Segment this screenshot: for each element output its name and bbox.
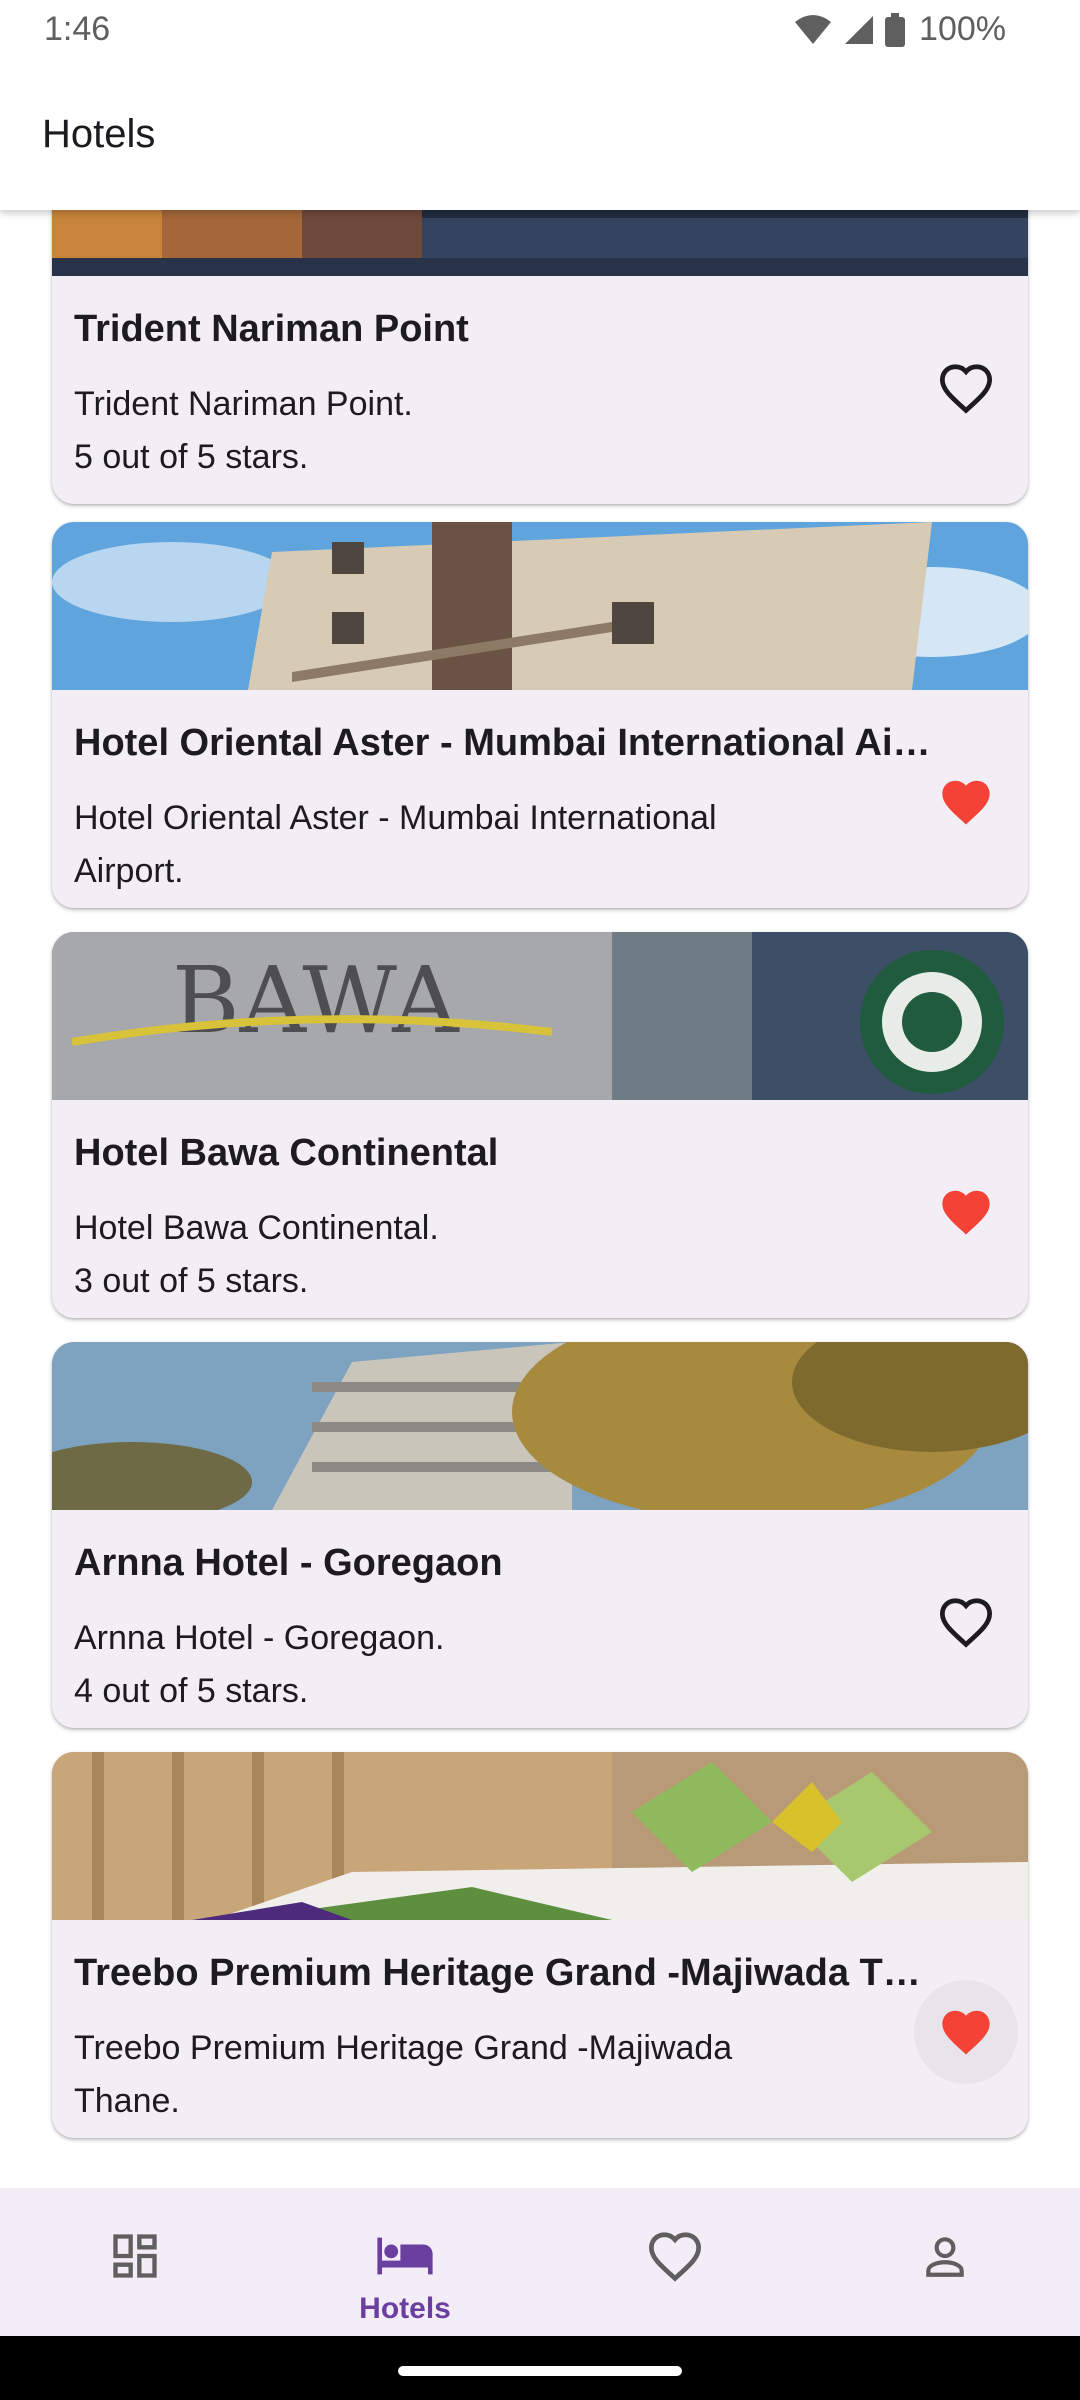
heart-filled-icon	[942, 2010, 990, 2055]
hotel-list[interactable]: Trident Nariman Point Trident Nariman Po…	[0, 210, 1080, 2188]
hotel-image: BAWA	[52, 932, 1028, 1100]
hotel-rating-line: 5 out of 5 stars.	[74, 438, 309, 476]
hotel-rating-line: 4 out of 5 stars.	[74, 1672, 309, 1710]
hotel-card[interactable]: Treebo Premium Heritage Grand -Majiwada …	[52, 1752, 1028, 2138]
hotel-description: Hotel Bawa Continental. 3 out of 5 stars…	[74, 1202, 894, 1308]
hotel-description-line: Thane.	[74, 2082, 180, 2120]
top-app-bar: Hotels	[0, 62, 1080, 210]
hotel-card[interactable]: Arnna Hotel - Goregaon Arnna Hotel - Gor…	[52, 1342, 1028, 1728]
favorite-heart-icon	[646, 2226, 704, 2286]
status-icons: 100%	[793, 10, 1006, 49]
hotel-description-line: Treebo Premium Heritage Grand -Majiwada	[74, 2029, 733, 2067]
screen: 1:46 100% Hotels Trident Nariman Point T…	[0, 0, 1080, 2400]
cell-signal-icon	[843, 14, 875, 46]
hotel-description-line: Trident Nariman Point.	[74, 385, 413, 423]
favorite-button[interactable]	[914, 1570, 1018, 1674]
hotel-description-line: Airport.	[74, 852, 184, 890]
home-gesture-handle[interactable]	[398, 2366, 682, 2376]
hotel-description: Arnna Hotel - Goregaon. 4 out of 5 stars…	[74, 1612, 894, 1718]
hotel-title: Arnna Hotel - Goregaon	[74, 1542, 503, 1584]
hotel-description-line: Hotel Oriental Aster - Mumbai Internatio…	[74, 799, 717, 837]
system-navigation-bar	[0, 2336, 1080, 2400]
hotel-card[interactable]: Hotel Oriental Aster - Mumbai Internatio…	[52, 522, 1028, 908]
nav-label-hotels: Hotels	[359, 2292, 451, 2325]
nav-item-profile[interactable]	[810, 2188, 1080, 2336]
heart-outline-icon	[939, 1598, 993, 1648]
hotel-description-line: Hotel Bawa Continental.	[74, 1209, 439, 1247]
heart-filled-icon	[942, 780, 990, 825]
hotel-description: Trident Nariman Point. 5 out of 5 stars.	[74, 378, 894, 484]
person-icon	[920, 2226, 970, 2286]
battery-icon	[885, 12, 906, 47]
hotel-image	[52, 210, 1028, 276]
hotel-card[interactable]: BAWA Hotel Bawa Continental Hotel Bawa C…	[52, 932, 1028, 1318]
hotel-title: Hotel Oriental Aster - Mumbai Internatio…	[74, 722, 934, 764]
status-bar: 1:46 100%	[0, 0, 1080, 62]
nav-item-favorites[interactable]	[540, 2188, 810, 2336]
heart-outline-icon	[939, 364, 993, 414]
battery-percent: 100%	[919, 10, 1006, 48]
heart-filled-icon	[942, 1190, 990, 1235]
hotel-description: Hotel Oriental Aster - Mumbai Internatio…	[74, 792, 894, 898]
hotel-image-sign: BAWA	[172, 947, 460, 1054]
hotel-card[interactable]: Trident Nariman Point Trident Nariman Po…	[52, 210, 1028, 504]
favorite-button[interactable]	[914, 1980, 1018, 2084]
hotel-title: Hotel Bawa Continental	[74, 1132, 499, 1174]
wifi-icon	[793, 14, 833, 46]
hotel-image	[52, 522, 1028, 690]
page-title: Hotels	[42, 112, 156, 156]
hotel-title: Treebo Premium Heritage Grand -Majiwada …	[74, 1952, 934, 1994]
dashboard-icon	[109, 2226, 161, 2286]
hotel-description-line: Arnna Hotel - Goregaon.	[74, 1619, 445, 1657]
nav-item-hotels[interactable]: Hotels	[270, 2188, 540, 2336]
hotel-bed-icon	[375, 2226, 435, 2286]
hotel-rating-line: 3 out of 5 stars.	[74, 1262, 309, 1300]
favorite-button[interactable]	[914, 336, 1018, 440]
favorite-button[interactable]	[914, 750, 1018, 854]
hotel-image	[52, 1752, 1028, 1920]
hotel-description: Treebo Premium Heritage Grand -Majiwada …	[74, 2022, 894, 2128]
status-time: 1:46	[44, 10, 111, 48]
nav-item-dashboard[interactable]	[0, 2188, 270, 2336]
bottom-navigation: Hotels	[0, 2188, 1080, 2336]
hotel-image	[52, 1342, 1028, 1510]
favorite-button[interactable]	[914, 1160, 1018, 1264]
hotel-title: Trident Nariman Point	[74, 308, 469, 350]
